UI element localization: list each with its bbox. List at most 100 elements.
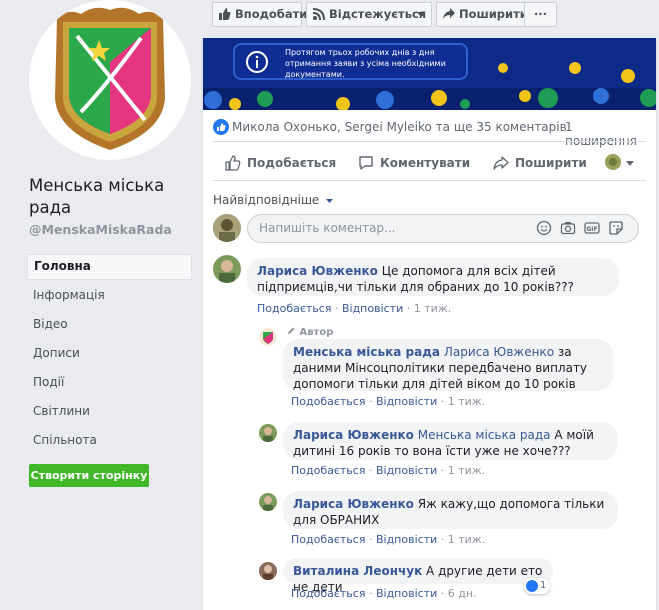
- post-image[interactable]: Протягом трьох робочих днів з дня отрима…: [203, 38, 656, 110]
- reply-time[interactable]: 1 тиж.: [448, 395, 485, 408]
- comments-sort[interactable]: Найвідповідніше: [213, 193, 334, 207]
- follow-button[interactable]: Відстежується: [306, 2, 432, 27]
- pencil-icon: [288, 327, 295, 334]
- comment-author[interactable]: Лариса Ювженко: [257, 264, 378, 278]
- reply-bubble: Лариса Ювженко Яж кажу,що допомога тільк…: [283, 491, 618, 529]
- reply-time[interactable]: 6 дн.: [448, 587, 477, 600]
- reply-author[interactable]: Лариса Ювженко: [293, 428, 414, 442]
- camera-icon[interactable]: [560, 220, 576, 236]
- more-options-button[interactable]: ···: [524, 2, 557, 27]
- avatar[interactable]: [259, 562, 277, 580]
- share-page-label: Поширити: [459, 7, 528, 21]
- comment-bubble-icon: [359, 156, 373, 170]
- user-photo: [259, 562, 277, 580]
- post-comment-label: Коментувати: [380, 156, 471, 170]
- nav-item-info[interactable]: Інформація: [27, 283, 192, 312]
- sticker-icon[interactable]: [608, 220, 624, 236]
- emoji-icon[interactable]: [536, 220, 552, 236]
- post-comment-button[interactable]: Коментувати: [358, 153, 470, 173]
- avatar[interactable]: [213, 214, 241, 242]
- reply-reply-link[interactable]: Відповісти: [376, 587, 437, 600]
- composer-tools: GIF: [536, 220, 628, 238]
- page-logo-mini: [259, 328, 277, 346]
- reply-reply-link[interactable]: Відповісти: [376, 464, 437, 477]
- reply-author[interactable]: Лариса Ювженко: [293, 497, 414, 511]
- comment-time[interactable]: 1 тиж.: [414, 302, 451, 315]
- post-share-button[interactable]: Поширити: [493, 153, 587, 173]
- avatar[interactable]: [259, 328, 277, 346]
- nav-item-photos[interactable]: Світлини: [27, 399, 192, 428]
- thumbs-up-icon: [219, 8, 231, 20]
- comment-bubble: Лариса Ювженко Це допомога для всіх діте…: [247, 258, 619, 296]
- reply-tag[interactable]: Менська міська рада: [418, 428, 551, 442]
- divider: [213, 141, 646, 142]
- create-page-button[interactable]: Створити сторінку: [29, 464, 149, 487]
- reply-author[interactable]: Менська міська рада: [293, 345, 440, 359]
- post-like-button[interactable]: Подобається: [225, 153, 336, 173]
- reply-meta: Подобається · Відповісти · 1 тиж.: [291, 395, 486, 408]
- avatar[interactable]: [259, 493, 277, 511]
- post-as-selector[interactable]: [605, 154, 635, 172]
- banner-text: Протягом трьох робочих днів з дня отрима…: [285, 48, 446, 79]
- nav-item-posts[interactable]: Дописи: [27, 341, 192, 370]
- page-name[interactable]: Менська міська рада: [29, 175, 189, 219]
- nav-item-home[interactable]: Головна: [27, 254, 192, 280]
- comment-input[interactable]: [259, 221, 529, 235]
- divider: [213, 180, 646, 181]
- comment-reply-link[interactable]: Відповісти: [342, 302, 403, 315]
- shares-count[interactable]: 1 поширення: [565, 120, 648, 148]
- chevron-down-icon: [417, 12, 425, 17]
- user-photo: [259, 493, 277, 511]
- coat-of-arms-logo: [30, 0, 190, 160]
- reply-meta: Подобається · Відповісти · 1 тиж.: [291, 464, 486, 477]
- page-sidebar: Менська міська рада @MenskaMiskaRada Гол…: [0, 0, 200, 610]
- reply-meta: Подобається · Відповісти · 1 тиж.: [291, 533, 486, 546]
- gif-icon[interactable]: GIF: [584, 220, 600, 236]
- reaction-count-badge[interactable]: 1: [524, 578, 551, 594]
- reply-bubble: Менська міська рада Лариса Ювженко за да…: [283, 339, 613, 391]
- reply-bubble: Виталина Леончук А другие дети ето не де…: [283, 558, 553, 594]
- reply-reply-link[interactable]: Відповісти: [376, 533, 437, 546]
- author-badge-label: Автор: [299, 327, 334, 338]
- nav-item-events[interactable]: Події: [27, 370, 192, 399]
- reply-time[interactable]: 1 тиж.: [448, 464, 485, 477]
- like-reaction-icon: [526, 580, 538, 592]
- reactions-text[interactable]: Микола Охонько, Sergei Myleiko та ще 3: [232, 120, 484, 134]
- page-profile-picture[interactable]: [29, 0, 191, 160]
- share-arrow-icon: [443, 8, 455, 19]
- avatar[interactable]: [259, 424, 277, 442]
- nav-item-videos[interactable]: Відео: [27, 312, 192, 341]
- post-card: Протягом трьох робочих днів з дня отрима…: [202, 38, 657, 610]
- user-photo: [213, 214, 241, 242]
- chevron-down-icon: [326, 198, 334, 203]
- share-page-button[interactable]: Поширити: [436, 2, 528, 27]
- author-badge: Автор: [287, 326, 333, 338]
- post-stats: Микола Охонько, Sergei Myleiko та ще 3 5…: [213, 118, 648, 148]
- reply-tag[interactable]: Лариса Ювженко: [444, 345, 554, 359]
- like-page-button[interactable]: Вподобати: [212, 2, 307, 27]
- comments-count[interactable]: 5 коментарів: [484, 120, 567, 134]
- reply-like-link[interactable]: Подобається: [291, 533, 365, 546]
- reply-meta: Подобається · Відповісти · 6 дн.: [291, 587, 477, 600]
- rss-icon: [313, 8, 325, 20]
- reply-like-link[interactable]: Подобається: [291, 587, 365, 600]
- avatar[interactable]: [213, 255, 241, 283]
- reply-time[interactable]: 1 тиж.: [448, 533, 485, 546]
- comment-like-link[interactable]: Подобається: [257, 302, 331, 315]
- comment-composer[interactable]: GIF: [247, 214, 639, 243]
- like-reaction-icon: [213, 119, 229, 135]
- like-page-label: Вподобати: [235, 7, 308, 21]
- share-outline-icon: [493, 156, 509, 170]
- reply-like-link[interactable]: Подобається: [291, 395, 365, 408]
- reply-bubble: Лариса Ювженко Менська міська рада А мої…: [283, 422, 618, 460]
- follow-label: Відстежується: [329, 7, 427, 21]
- reply-like-link[interactable]: Подобається: [291, 464, 365, 477]
- reaction-count: 1: [540, 580, 547, 591]
- user-photo: [259, 424, 277, 442]
- reply-reply-link[interactable]: Відповісти: [376, 395, 437, 408]
- reply-author[interactable]: Виталина Леончук: [293, 564, 422, 578]
- page-handle[interactable]: @MenskaMiskaRada: [29, 222, 172, 237]
- nav-item-community[interactable]: Спільнота: [27, 428, 192, 457]
- user-photo: [213, 255, 241, 283]
- post-share-label: Поширити: [515, 156, 587, 170]
